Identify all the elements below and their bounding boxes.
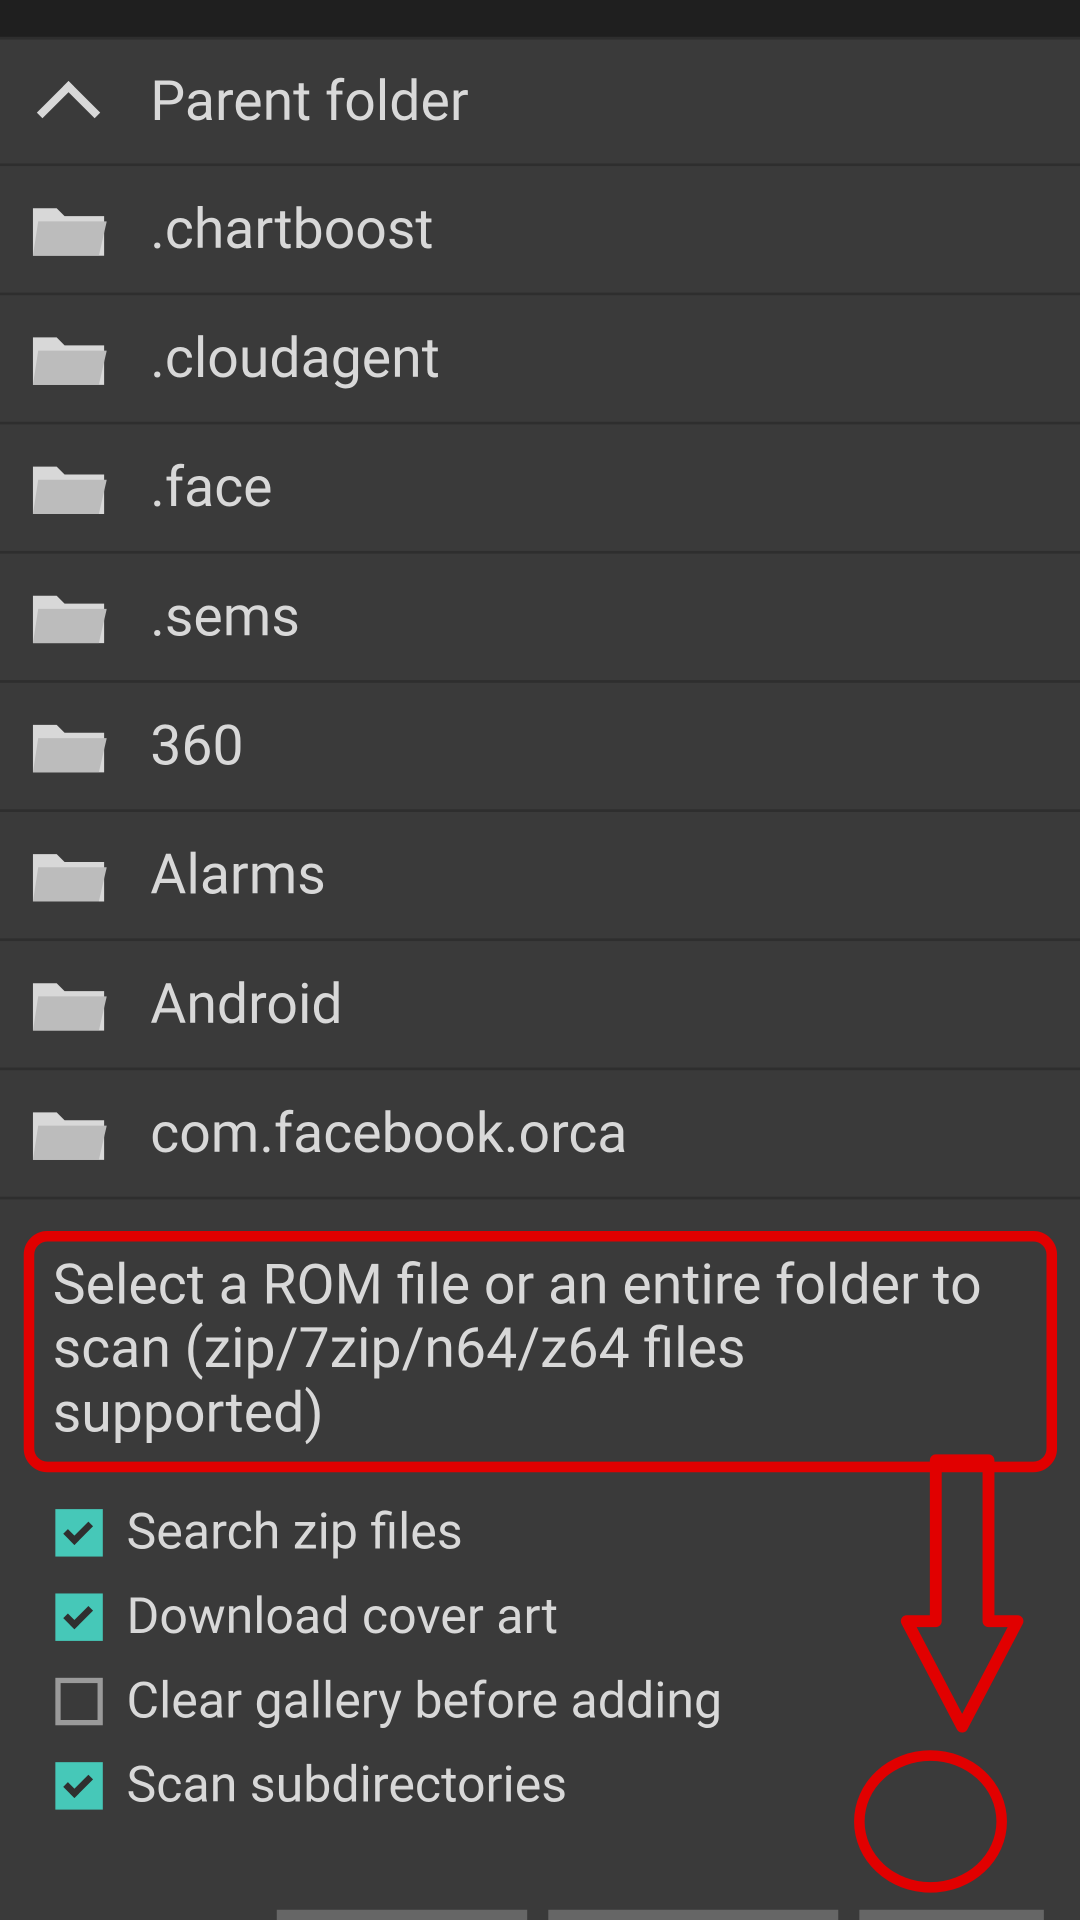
chevron-up-icon (29, 62, 108, 141)
folder-row[interactable]: .chartboost (0, 166, 1080, 295)
folder-row[interactable]: 360 (0, 683, 1080, 812)
option-label: Download cover art (127, 1588, 559, 1646)
folder-label: Alarms (150, 843, 326, 908)
option-label: Clear gallery before adding (127, 1672, 723, 1730)
dialog-buttons: RESET CANCEL OK (0, 1828, 1080, 1920)
status-bar (0, 0, 1080, 37)
folder-label: com.facebook.orca (150, 1101, 627, 1166)
folder-row[interactable]: .sems (0, 554, 1080, 683)
parent-folder-row[interactable]: Parent folder (0, 37, 1080, 166)
reset-button[interactable]: RESET (277, 1910, 528, 1920)
folder-row[interactable]: Android (0, 941, 1080, 1070)
checkbox-checked-icon[interactable] (55, 1509, 102, 1556)
option-label: Scan subdirectories (127, 1757, 568, 1815)
instruction-text: Select a ROM file or an entire folder to… (53, 1255, 1028, 1446)
folder-label: .sems (150, 585, 300, 650)
ok-button[interactable]: OK (859, 1910, 1044, 1920)
folder-row[interactable]: .face (0, 424, 1080, 553)
folder-label: .chartboost (150, 197, 433, 262)
folder-label: .cloudagent (150, 326, 440, 391)
option-row[interactable]: Search zip files (55, 1491, 1080, 1575)
folder-icon (29, 319, 108, 398)
parent-folder-label: Parent folder (150, 69, 468, 134)
folder-icon (29, 448, 108, 527)
folder-label: .face (150, 455, 272, 520)
checkbox-checked-icon[interactable] (55, 1593, 102, 1640)
instruction-highlight: Select a ROM file or an entire folder to… (24, 1231, 1057, 1472)
folder-icon (29, 836, 108, 915)
folder-icon (29, 577, 108, 656)
folder-label: Android (150, 972, 342, 1037)
option-row[interactable]: Clear gallery before adding (55, 1659, 1080, 1743)
folder-row[interactable]: com.facebook.orca (0, 1070, 1080, 1199)
file-picker-dialog: Parent folder .chartboost .cloudagent .fac… (0, 0, 1080, 1920)
folder-icon (29, 706, 108, 785)
folder-row[interactable]: Alarms (0, 812, 1080, 941)
option-row[interactable]: Download cover art (55, 1575, 1080, 1659)
folder-icon (29, 190, 108, 269)
scan-options: Search zip files Download cover art Clear … (0, 1472, 1080, 1828)
option-row[interactable]: Scan subdirectories (55, 1744, 1080, 1828)
folder-label: 360 (150, 714, 243, 779)
folder-icon (29, 965, 108, 1044)
cancel-button[interactable]: CANCEL (549, 1910, 839, 1920)
folder-list: Parent folder .chartboost .cloudagent .fac… (0, 37, 1080, 1199)
option-label: Search zip files (127, 1504, 463, 1562)
checkbox-unchecked-icon[interactable] (55, 1678, 102, 1725)
folder-icon (29, 1094, 108, 1173)
folder-row[interactable]: .cloudagent (0, 295, 1080, 424)
checkbox-checked-icon[interactable] (55, 1762, 102, 1809)
